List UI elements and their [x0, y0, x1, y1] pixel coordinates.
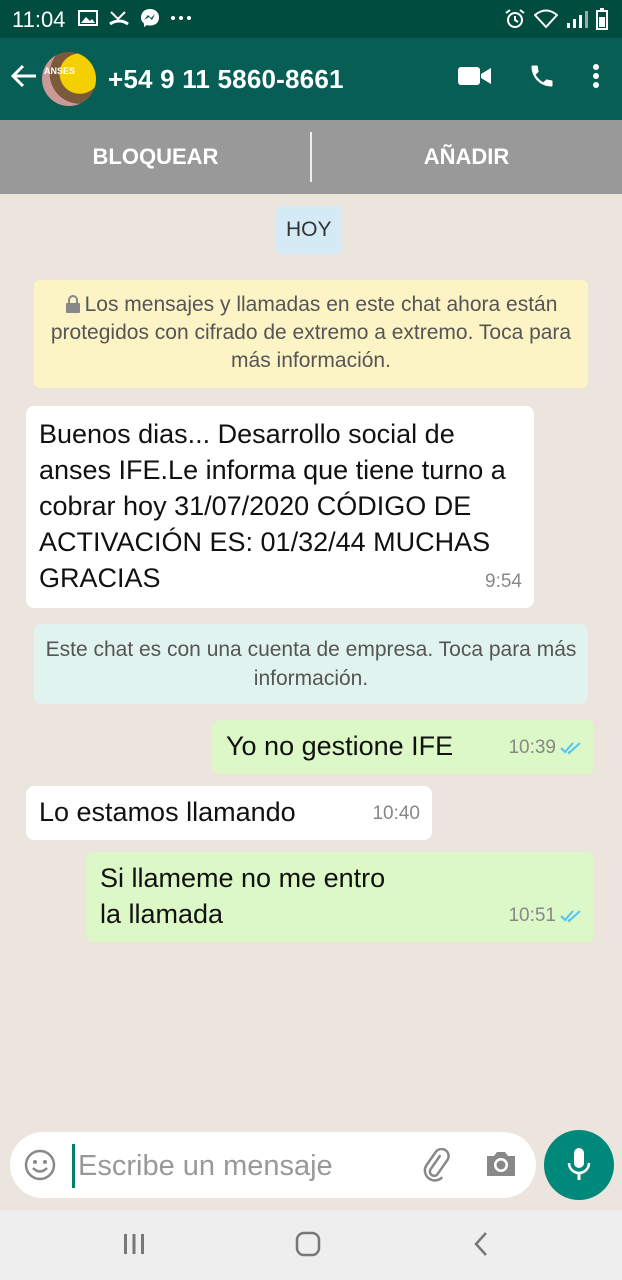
- unknown-contact-actions: BLOQUEAR AÑADIR: [0, 120, 622, 194]
- message-text: Lo estamos llamando: [39, 797, 296, 827]
- divider: [310, 132, 312, 182]
- message-composer: [10, 1132, 536, 1198]
- message-input[interactable]: [76, 1142, 380, 1190]
- contact-name[interactable]: +54 9 11 5860-8661: [108, 64, 344, 95]
- message-meta: 10:51: [508, 898, 582, 934]
- gallery-icon: [78, 10, 98, 26]
- business-account-notice[interactable]: Este chat es con una cuenta de empresa. …: [34, 624, 588, 704]
- message-text: Buenos dias... Desarrollo social de anse…: [39, 419, 506, 593]
- emoji-icon[interactable]: [24, 1149, 56, 1181]
- block-button[interactable]: BLOQUEAR: [0, 120, 311, 194]
- voice-message-button[interactable]: [544, 1130, 614, 1200]
- missed-call-icon: [109, 11, 129, 26]
- read-ticks-icon: [560, 742, 581, 755]
- clock: 11:04: [12, 7, 66, 32]
- date-chip: HOY: [276, 206, 342, 254]
- encryption-notice[interactable]: Los mensajes y llamadas en este chat aho…: [34, 280, 588, 388]
- recent-apps-icon[interactable]: [120, 1230, 148, 1258]
- back-arrow-icon[interactable]: [10, 62, 38, 90]
- message-meta: 10:39: [508, 730, 582, 766]
- read-ticks-icon: [560, 910, 581, 923]
- status-bar: 11:04: [0, 0, 622, 38]
- camera-icon[interactable]: [484, 1148, 518, 1180]
- text-cursor: [72, 1144, 75, 1188]
- message-bubble[interactable]: Si llameme no me entro la llamada 10:51: [86, 852, 594, 942]
- battery-icon: [596, 8, 608, 30]
- more-vert-icon[interactable]: [592, 63, 600, 89]
- message-bubble[interactable]: Yo no gestione IFE 10:39: [212, 720, 594, 774]
- message-bubble[interactable]: Buenos dias... Desarrollo social de anse…: [26, 406, 534, 608]
- back-nav-icon[interactable]: [468, 1230, 496, 1258]
- video-call-icon[interactable]: [458, 65, 492, 87]
- message-time: 10:51: [508, 905, 556, 926]
- avatar-logo-text: ANSES: [44, 66, 76, 76]
- chat-header: ANSES +54 9 11 5860-8661: [0, 38, 622, 120]
- message-text: Si llameme no me entro la llamada: [100, 863, 386, 929]
- encryption-notice-text: Los mensajes y llamadas en este chat aho…: [50, 293, 572, 372]
- signal-icon: [567, 11, 588, 28]
- message-time: 10:39: [508, 737, 556, 758]
- messenger-icon: [141, 9, 159, 27]
- lock-icon: [65, 295, 80, 313]
- chat-area[interactable]: HOY Los mensajes y llamadas en este chat…: [0, 194, 622, 1130]
- more-icon: [171, 16, 191, 20]
- business-notice-text: Este chat es con una cuenta de empresa. …: [45, 638, 577, 690]
- add-contact-button[interactable]: AÑADIR: [311, 120, 622, 194]
- message-time: 10:40: [372, 803, 420, 824]
- message-bubble[interactable]: Lo estamos llamando 10:40: [26, 786, 432, 840]
- mic-icon: [567, 1148, 591, 1180]
- message-time: 9:54: [485, 571, 522, 592]
- home-icon[interactable]: [294, 1230, 322, 1258]
- avatar[interactable]: ANSES: [42, 52, 96, 106]
- phone-icon[interactable]: [528, 62, 556, 90]
- message-text: Yo no gestione IFE: [226, 731, 454, 761]
- alarm-icon: [505, 9, 525, 28]
- wifi-icon: [534, 9, 558, 29]
- system-nav-bar: [0, 1210, 622, 1280]
- attach-icon[interactable]: [420, 1148, 454, 1182]
